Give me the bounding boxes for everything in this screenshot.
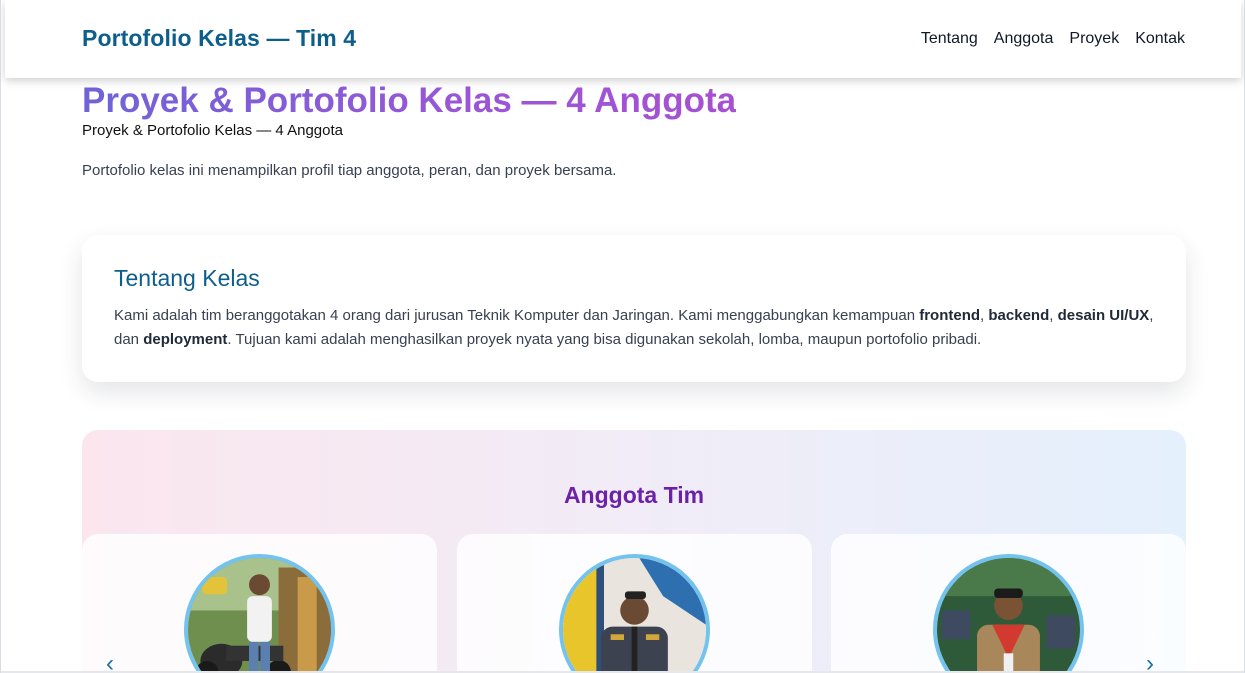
- hero-title: Proyek & Portofolio Kelas — 4 Anggota: [82, 81, 737, 120]
- member-card[interactable]: [82, 534, 437, 673]
- about-title: Tentang Kelas: [114, 265, 260, 291]
- about-text-outro: . Tujuan kami adalah menghasilkan proyek…: [227, 331, 982, 348]
- skill-backend: backend: [988, 307, 1050, 324]
- hero-lead: Portofolio kelas ini menampilkan profil …: [82, 162, 617, 179]
- brand-logo[interactable]: Portofolio Kelas — Tim 4: [82, 25, 356, 52]
- team-title: Anggota Tim: [563, 482, 705, 508]
- member-photo-image: [937, 558, 1080, 673]
- about-sep: ,: [1049, 307, 1058, 324]
- about-text: Kami adalah tim beranggotakan 4 orang da…: [114, 304, 1154, 352]
- skill-deployment: deployment: [143, 331, 228, 348]
- page: Portofolio Kelas — Tim 4 Tentang Anggota…: [0, 0, 1245, 673]
- nav-link-proyek[interactable]: Proyek: [1069, 30, 1119, 48]
- hero-subtitle: Proyek & Portofolio Kelas — 4 Anggota: [82, 122, 343, 139]
- site-header: Portofolio Kelas — Tim 4 Tentang Anggota…: [5, 0, 1241, 78]
- member-photo: [184, 554, 335, 673]
- chevron-right-icon[interactable]: ›: [1146, 652, 1154, 673]
- about-text-intro: Kami adalah tim beranggotakan 4 orang da…: [114, 307, 920, 324]
- main-nav: Tentang Anggota Proyek Kontak: [921, 30, 1185, 48]
- skill-desain: desain UI/UX: [1057, 307, 1150, 324]
- nav-link-anggota[interactable]: Anggota: [994, 30, 1054, 48]
- about-card: Tentang Kelas Kami adalah tim beranggota…: [82, 235, 1186, 382]
- member-card[interactable]: [457, 534, 812, 673]
- member-card[interactable]: [831, 534, 1186, 673]
- skill-frontend: frontend: [919, 307, 981, 324]
- member-photo-image: [188, 558, 331, 673]
- member-photo-image: [563, 558, 706, 673]
- member-photo: [559, 554, 710, 673]
- chevron-left-icon[interactable]: ‹: [106, 652, 114, 673]
- member-photo: [933, 554, 1084, 673]
- nav-link-tentang[interactable]: Tentang: [921, 30, 978, 48]
- nav-link-kontak[interactable]: Kontak: [1135, 30, 1185, 48]
- team-section: Anggota Tim ‹ ›: [82, 430, 1186, 673]
